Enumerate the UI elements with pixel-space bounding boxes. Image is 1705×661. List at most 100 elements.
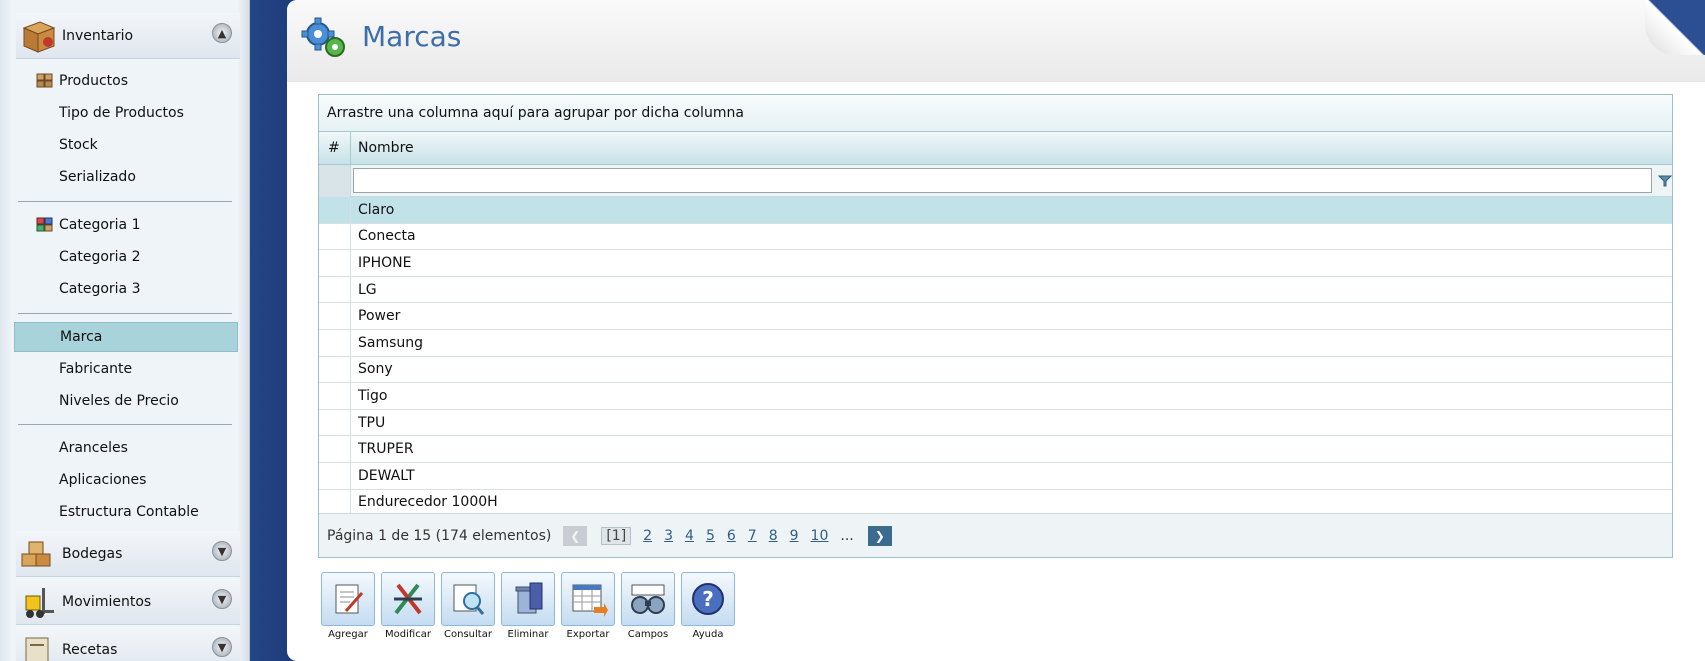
sidebar-item-productos[interactable]: Productos xyxy=(14,66,238,96)
table-row[interactable]: Power xyxy=(319,303,1672,330)
table-row[interactable]: Claro xyxy=(319,197,1672,224)
cell-nombre: Sony xyxy=(358,361,393,378)
agregar-button[interactable]: Agregar xyxy=(318,572,378,642)
group-by-panel[interactable]: Arrastre una columna aquí para agrupar p… xyxy=(319,95,1672,132)
group-label: Bodegas xyxy=(62,545,123,562)
sidebar-item-categoria-1[interactable]: Categoria 1 xyxy=(14,210,238,240)
prev-page-button[interactable]: ❮ xyxy=(563,525,588,546)
exportar-button[interactable]: Exportar xyxy=(558,572,618,642)
column-header-nombre[interactable]: Nombre xyxy=(351,132,1672,164)
column-header-index[interactable]: # xyxy=(319,132,351,164)
sidebar-item-label: Categoria 3 xyxy=(59,281,141,297)
cell-nombre: IPHONE xyxy=(358,254,412,271)
sidebar-item-estructura-contable[interactable]: Estructura Contable xyxy=(14,497,238,527)
brands-grid: Arrastre una columna aquí para agrupar p… xyxy=(318,94,1673,558)
column-headers: # Nombre xyxy=(319,132,1672,165)
page-link[interactable]: 5 xyxy=(706,528,715,544)
sidebar-item-categoria-2[interactable]: Categoria 2 xyxy=(14,242,238,272)
consultar-button[interactable]: Consultar xyxy=(438,572,498,642)
table-row[interactable]: DEWALT xyxy=(319,462,1672,490)
row-index-cell xyxy=(319,223,351,250)
table-row[interactable]: TPU xyxy=(319,409,1672,437)
add-document-icon xyxy=(321,572,375,626)
next-page-button[interactable]: ❯ xyxy=(867,525,892,546)
modificar-button[interactable]: Modificar xyxy=(378,572,438,642)
table-row[interactable]: LG xyxy=(319,276,1672,304)
sidebar-item-fabricante[interactable]: Fabricante xyxy=(14,354,238,384)
recipe-icon xyxy=(18,630,58,661)
page-link[interactable]: 4 xyxy=(685,528,694,544)
row-index-cell xyxy=(319,489,351,516)
page-link[interactable]: 6 xyxy=(727,528,736,544)
sidebar-item-aplicaciones[interactable]: Aplicaciones xyxy=(14,465,238,495)
binoculars-icon xyxy=(621,572,675,626)
sidebar-item-label: Productos xyxy=(59,73,129,89)
cell-nombre: Conecta xyxy=(358,228,416,245)
sidebar-item-categoria-3[interactable]: Categoria 3 xyxy=(14,274,238,304)
search-magnifier-icon xyxy=(441,572,495,626)
sidebar-item-niveles-precio[interactable]: Niveles de Precio xyxy=(14,386,238,416)
edit-pencils-icon xyxy=(381,572,435,626)
expand-down-icon[interactable]: ▼ xyxy=(212,637,232,657)
sidebar-divider xyxy=(18,313,232,314)
page-current: [1] xyxy=(601,526,632,545)
sidebar-item-marca[interactable]: Marca xyxy=(14,322,238,352)
filter-input[interactable] xyxy=(352,168,1652,193)
ayuda-button[interactable]: ? Ayuda xyxy=(678,572,738,642)
page-link[interactable]: 7 xyxy=(748,528,757,544)
sidebar-divider xyxy=(18,201,232,202)
sidebar-item-tipo-productos[interactable]: Tipo de Productos xyxy=(14,98,238,128)
table-row[interactable]: Tigo xyxy=(319,383,1672,410)
action-toolbar: Agregar Modificar Consultar Eliminar Exp… xyxy=(318,572,738,642)
cell-nombre: DEWALT xyxy=(358,467,415,484)
cell-nombre: Endurecedor 1000H xyxy=(358,494,498,511)
filter-funnel-icon[interactable] xyxy=(1657,174,1673,188)
table-row[interactable]: Samsung xyxy=(319,329,1672,357)
page-link[interactable]: 9 xyxy=(790,528,799,544)
group-inventario[interactable]: Inventario ▲ xyxy=(16,13,240,59)
export-table-icon xyxy=(561,572,615,626)
sidebar-item-label: Aranceles xyxy=(59,440,128,456)
sidebar-item-label: Stock xyxy=(59,137,98,153)
cell-nombre: LG xyxy=(358,281,377,298)
group-bodegas[interactable]: Bodegas ▼ xyxy=(16,531,240,577)
cell-nombre: Power xyxy=(358,308,401,325)
group-by-hint: Arrastre una columna aquí para agrupar p… xyxy=(327,105,744,121)
eliminar-button[interactable]: Eliminar xyxy=(498,572,558,642)
table-row[interactable]: IPHONE xyxy=(319,250,1672,277)
sidebar-item-serializado[interactable]: Serializado xyxy=(14,162,238,192)
group-movimientos[interactable]: Movimientos ▼ xyxy=(16,579,240,625)
sidebar-item-label: Estructura Contable xyxy=(59,504,199,520)
page-link[interactable]: 10 xyxy=(811,528,829,544)
table-row[interactable]: Sony xyxy=(319,356,1672,384)
group-recetas[interactable]: Recetas ▼ xyxy=(16,627,240,661)
sidebar-item-stock[interactable]: Stock xyxy=(14,130,238,160)
sidebar-item-aranceles[interactable]: Aranceles xyxy=(14,433,238,463)
sidebar-item-label: Marca xyxy=(60,329,103,345)
sidebar-item-label: Fabricante xyxy=(59,361,133,377)
button-label: Eliminar xyxy=(507,629,549,640)
page-link[interactable]: 8 xyxy=(769,528,778,544)
expand-down-icon[interactable]: ▼ xyxy=(212,589,232,609)
row-index-cell xyxy=(319,197,351,223)
cell-nombre: TRUPER xyxy=(358,441,414,458)
page-link[interactable]: 3 xyxy=(664,528,673,544)
cell-nombre: TPU xyxy=(358,414,386,431)
campos-button[interactable]: Campos xyxy=(618,572,678,642)
page-title: Marcas xyxy=(362,20,462,53)
table-row[interactable]: Conecta xyxy=(319,223,1672,251)
filter-row xyxy=(319,164,1673,197)
chevron-right-icon: ❯ xyxy=(874,528,885,543)
products-icon xyxy=(36,73,54,88)
page-curl-decoration xyxy=(1645,0,1705,55)
table-row[interactable]: TRUPER xyxy=(319,436,1672,463)
group-label: Inventario xyxy=(62,27,134,44)
page-ellipsis[interactable]: ... xyxy=(840,528,853,544)
sidebar: Inventario ▲ Productos Tipo de Productos… xyxy=(0,0,250,661)
svg-text:?: ? xyxy=(702,587,714,611)
collapse-up-icon[interactable]: ▲ xyxy=(212,23,232,43)
expand-down-icon[interactable]: ▼ xyxy=(212,541,232,561)
page-link[interactable]: 2 xyxy=(643,528,652,544)
button-label: Exportar xyxy=(566,629,610,640)
warehouse-boxes-icon xyxy=(18,534,58,574)
